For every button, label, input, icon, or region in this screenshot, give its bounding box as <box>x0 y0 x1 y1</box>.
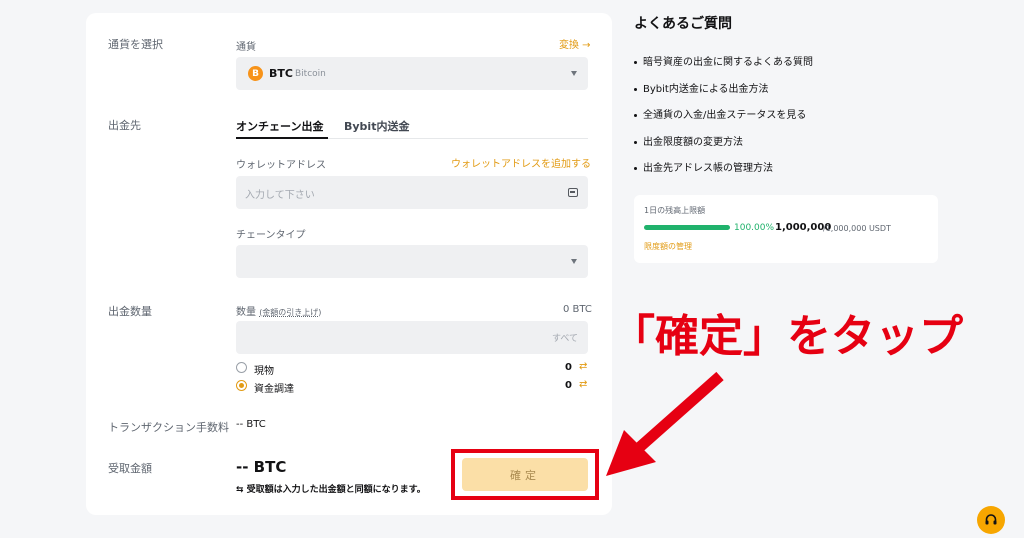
amount-raise-hint[interactable]: (金額の引き上げ) <box>259 308 321 317</box>
daily-limit-total: /1,000,000 USDT <box>823 224 891 233</box>
amount-section-label: 出金数量 <box>108 305 152 318</box>
support-button[interactable] <box>977 506 1005 534</box>
faq-item[interactable]: 暗号資産の出金に関するよくある質問 <box>634 53 813 68</box>
address-book-icon[interactable] <box>568 188 578 197</box>
funding-account-label: 資金調達 <box>254 384 294 395</box>
faq-item[interactable]: 全通貨の入金/出金ステータスを見る <box>634 106 806 121</box>
spot-account-label: 現物 <box>254 366 274 377</box>
manage-limit-link[interactable]: 限度額の管理 <box>644 241 692 252</box>
faq-item[interactable]: 出金限度額の変更方法 <box>634 133 743 148</box>
daily-limit-percent: 100.00% <box>734 223 775 233</box>
wallet-address-label: ウォレットアドレス <box>236 160 326 171</box>
bullet-icon <box>634 113 637 117</box>
daily-limit-progress <box>644 225 730 230</box>
fee-value: -- BTC <box>236 419 266 430</box>
annotation-arrow-icon <box>606 371 724 476</box>
all-amount-button[interactable]: すべて <box>552 331 578 344</box>
funding-account-radio[interactable] <box>236 380 247 391</box>
faq-item[interactable]: Bybit内送金による出金方法 <box>634 80 769 95</box>
faq-title: よくあるご質問 <box>634 16 732 32</box>
spot-account-radio[interactable] <box>236 362 247 373</box>
tab-onchain[interactable]: オンチェーン出金 <box>236 118 323 134</box>
arrow-right-icon: → <box>579 40 591 51</box>
bullet-icon <box>634 140 637 144</box>
chain-type-label: チェーンタイプ <box>236 230 306 241</box>
annotation-callout: 「確定」をタップ <box>611 311 963 362</box>
amount-label-text: 数量 <box>236 307 256 318</box>
wallet-address-placeholder: 入力して下さい <box>245 190 315 201</box>
destination-section-label: 出金先 <box>108 119 141 132</box>
coin-name: BTC <box>269 67 293 80</box>
bullet-icon <box>634 60 637 64</box>
fee-section-label: トランザクション手数料 <box>108 421 229 434</box>
currency-section-label: 通貨を選択 <box>108 38 163 51</box>
faq-item-label: 全通貨の入金/出金ステータスを見る <box>643 110 807 121</box>
faq-item[interactable]: 出金先アドレス帳の管理方法 <box>634 159 773 174</box>
receive-note: ⇆ 受取額は入力した出金額と同額になります。 <box>236 485 426 495</box>
amount-balance: 0 BTC <box>563 304 592 315</box>
chevron-down-icon <box>571 259 577 264</box>
chain-type-select[interactable] <box>236 245 588 278</box>
faq-item-label: 出金限度額の変更方法 <box>643 137 743 148</box>
wallet-address-input[interactable]: 入力して下さい <box>236 176 588 209</box>
bullet-icon <box>634 166 637 170</box>
receive-amount: -- BTC <box>236 458 287 476</box>
funding-account-balance: 0 <box>565 380 572 391</box>
spot-account-balance: 0 <box>565 362 572 373</box>
headset-icon <box>985 514 997 525</box>
convert-link-label: 変換 <box>559 40 579 51</box>
bullet-icon <box>634 87 637 91</box>
daily-limit-label: 1日の残高上限額 <box>644 206 706 215</box>
faq-item-label: Bybit内送金による出金方法 <box>643 84 769 95</box>
faq-item-label: 出金先アドレス帳の管理方法 <box>643 163 773 174</box>
tab-internal-transfer[interactable]: Bybit内送金 <box>344 118 409 134</box>
amount-field-label: 数量 (金額の引き上げ) <box>236 303 321 318</box>
receive-section-label: 受取金額 <box>108 462 152 475</box>
amount-input[interactable]: すべて <box>236 321 588 354</box>
currency-select[interactable]: B BTC Bitcoin <box>236 57 588 90</box>
daily-limit-progress-fill <box>644 225 730 230</box>
btc-coin-icon: B <box>248 66 263 81</box>
annotation-highlight-box <box>451 449 599 500</box>
currency-field-label: 通貨 <box>236 42 256 53</box>
transfer-icon[interactable]: ⇄ <box>579 361 587 372</box>
add-wallet-address-link[interactable]: ウォレットアドレスを追加する <box>451 155 591 170</box>
chevron-down-icon <box>571 71 577 76</box>
transfer-icon[interactable]: ⇄ <box>579 379 587 390</box>
active-tab-indicator <box>236 137 328 139</box>
daily-limit-card: 1日の残高上限額 100.00% 1,000,000 /1,000,000 US… <box>634 195 938 263</box>
faq-item-label: 暗号資産の出金に関するよくある質問 <box>643 57 813 68</box>
convert-link[interactable]: 変換 → <box>559 36 591 51</box>
coin-fullname: Bitcoin <box>295 69 326 79</box>
